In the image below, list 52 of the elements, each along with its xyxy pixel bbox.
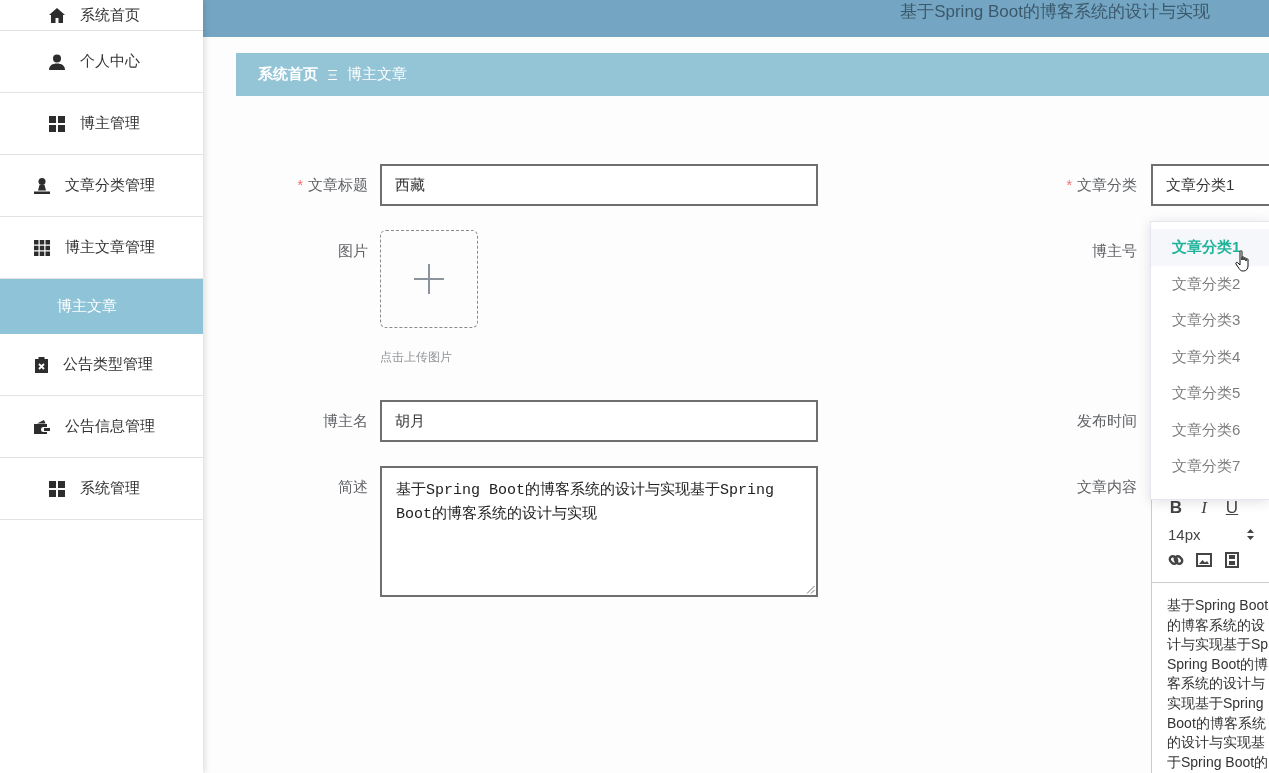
required-mark: *	[1066, 177, 1072, 193]
bold-button[interactable]: B	[1162, 496, 1190, 520]
image-icon	[1196, 552, 1212, 568]
italic-button[interactable]: I	[1190, 496, 1218, 520]
sidebar-menu-item[interactable]: 系统首页	[0, 0, 203, 31]
font-size-select[interactable]: 14px	[1162, 522, 1260, 546]
field-label: 文章标题	[308, 175, 368, 195]
text-input[interactable]: 西藏	[380, 164, 818, 206]
upload-hint: 点击上传图片	[380, 349, 452, 366]
sidebar-menu-item[interactable]: 系统管理	[0, 458, 203, 520]
field-label: 博主号	[1092, 241, 1137, 261]
underline-button[interactable]: U	[1218, 496, 1246, 520]
sidebar-menu-item[interactable]: 博主管理	[0, 93, 203, 155]
four-squares-icon	[48, 115, 65, 132]
summary-textarea[interactable]: 基于Spring Boot的博客系统的设计与实现基于Spring Boot的博客系统的设计与实现	[380, 466, 818, 597]
field-label: 文章分类	[1077, 175, 1137, 195]
three-bars-icon	[328, 69, 337, 80]
breadcrumb-item: 博主文章	[347, 65, 407, 84]
sidebar-menu-item[interactable]: 公告类型管理	[0, 334, 203, 396]
sidebar-menu-item[interactable]: 公告信息管理	[0, 396, 203, 458]
editor-text[interactable]: 基于Spring Boot 的博客系统的设 计与实现基于Sp Spring Boot的博 客系统的设计与 实现基于Spring Boot的博客系统 的设计与实现基 于Spring Boot的	[1152, 583, 1269, 773]
link-icon	[1168, 552, 1184, 568]
hand-cursor-icon	[1235, 250, 1251, 272]
dropdown-option[interactable]: 文章分类3	[1151, 302, 1269, 339]
stamp-icon	[33, 177, 50, 194]
image-upload-box[interactable]	[380, 230, 478, 328]
up-down-arrows-icon	[1247, 528, 1254, 540]
dropdown-option[interactable]: 文章分类7	[1151, 448, 1269, 485]
field-label: 博主名	[323, 411, 368, 431]
field-label: 图片	[338, 241, 368, 261]
dropdown-option[interactable]: 文章分类5	[1151, 375, 1269, 412]
nine-squares-icon	[33, 239, 50, 256]
sidebar-menu-item[interactable]: 文章分类管理	[0, 155, 203, 217]
home-icon	[48, 7, 65, 23]
text-input[interactable]: 胡月	[380, 400, 818, 442]
four-squares-icon	[48, 480, 65, 497]
sidebar-menu-item[interactable]: 个人中心	[0, 31, 203, 93]
dropdown-option[interactable]: 文章分类6	[1151, 411, 1269, 448]
user-icon	[48, 53, 65, 70]
category-select[interactable]: 文章分类1	[1151, 164, 1269, 206]
dropdown-option[interactable]: 文章分类2	[1151, 265, 1269, 302]
field-label: 文章内容	[1077, 477, 1137, 497]
resize-grip-icon	[806, 585, 815, 594]
wallet-icon	[33, 418, 50, 435]
film-icon	[1224, 552, 1240, 568]
required-mark: *	[297, 177, 303, 193]
field-label: 简述	[338, 477, 368, 497]
field-label: 发布时间	[1077, 411, 1137, 431]
dropdown-option[interactable]: 文章分类4	[1151, 338, 1269, 375]
clipboard-x-icon	[35, 356, 48, 373]
plus-icon	[414, 264, 444, 294]
app-title: 基于Spring Boot的博客系统的设计与实现	[900, 1, 1210, 23]
